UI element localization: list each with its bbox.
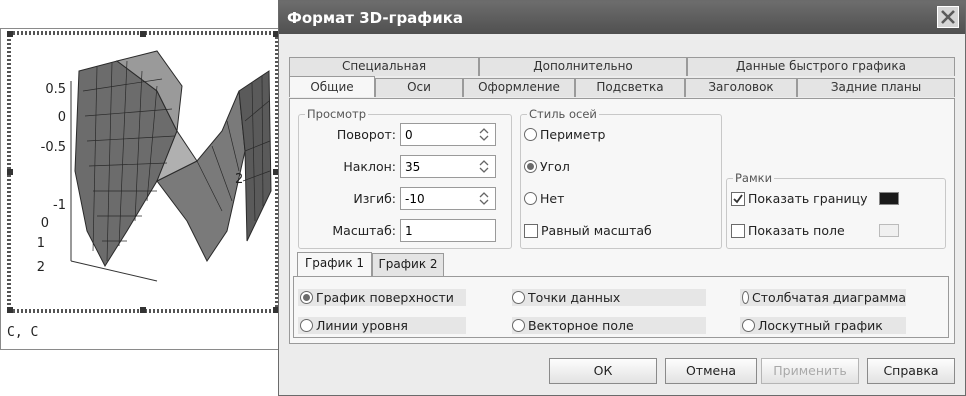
- frames-legend: Рамки: [735, 171, 773, 185]
- axes-none-label: Нет: [540, 191, 565, 206]
- contour-option[interactable]: Линии уровня: [300, 318, 408, 333]
- show-field-label: Показать поле: [748, 223, 845, 238]
- plot-subtabs: График 1 График 2: [297, 252, 444, 276]
- scale-input[interactable]: [401, 220, 497, 241]
- z-tick-label: -1: [53, 198, 66, 213]
- radio-button[interactable]: [524, 192, 537, 205]
- radio-button-selected[interactable]: [524, 160, 537, 173]
- show-field-option[interactable]: Показать поле: [731, 223, 845, 238]
- format-3d-dialog: Формат 3D-графика Специальная Дополнител…: [278, 0, 966, 396]
- equal-scale-checkbox[interactable]: [524, 223, 538, 238]
- surface-plot[interactable]: 0.5 0 -0.5 -1 0 1 2 2: [7, 31, 279, 313]
- tab-plot-1[interactable]: График 1: [297, 252, 372, 276]
- spinner-arrows-icon[interactable]: [475, 126, 493, 143]
- rotation-input[interactable]: [401, 124, 469, 145]
- data-points-option[interactable]: Точки данных: [512, 290, 620, 305]
- tab-appearance[interactable]: Оформление: [463, 78, 575, 97]
- tab-row-bottom: Общие Оси Оформление Подсветка Заголовок…: [289, 76, 955, 97]
- surface-plot-label: График поверхности: [316, 290, 454, 305]
- surface-plot-graphic: 0.5 0 -0.5 -1 0 1 2 2: [7, 31, 279, 313]
- show-field-checkbox[interactable]: [731, 223, 745, 238]
- surface-plot-option[interactable]: График поверхности: [300, 290, 454, 305]
- tilt-label: Наклон:: [343, 159, 396, 174]
- patch-plot-option[interactable]: Лоскутный график: [742, 318, 883, 333]
- cancel-button[interactable]: Отмена: [665, 358, 757, 384]
- tab-row-top: Специальная Дополнительно Данные быстрог…: [289, 57, 955, 76]
- axes-corner-option[interactable]: Угол: [524, 159, 570, 174]
- tab-title[interactable]: Заголовок: [685, 78, 797, 97]
- radio-button[interactable]: [524, 128, 537, 141]
- tab-general[interactable]: Общие: [289, 76, 375, 97]
- tilt-spinner[interactable]: [400, 155, 496, 178]
- twist-label: Изгиб:: [353, 191, 396, 206]
- radio-button[interactable]: [742, 319, 755, 332]
- help-button[interactable]: Справка: [867, 358, 955, 384]
- data-points-label: Точки данных: [528, 290, 621, 305]
- bar-chart-option[interactable]: Столбчатая диаграмма: [742, 290, 906, 305]
- y-tick-label: 1: [37, 236, 45, 251]
- scale-label: Масштаб:: [332, 223, 396, 238]
- axes-style-legend: Стиль осей: [529, 107, 597, 121]
- dialog-title: Формат 3D-графика: [287, 9, 464, 27]
- z-tick-label: 0.5: [45, 82, 66, 97]
- y-tick-label: 0: [41, 216, 49, 231]
- tilt-input[interactable]: [401, 156, 469, 177]
- show-border-checkbox[interactable]: [731, 191, 745, 206]
- twist-input[interactable]: [401, 188, 469, 209]
- dialog-titlebar[interactable]: Формат 3D-графика: [279, 1, 965, 34]
- rotation-spinner[interactable]: [400, 123, 496, 146]
- radio-button[interactable]: [742, 291, 750, 304]
- radio-button[interactable]: [300, 319, 313, 332]
- y-tick-label: 2: [37, 260, 45, 275]
- close-icon: [941, 10, 955, 24]
- plot-type-panel: График поверхности Точки данных Столбчат…: [293, 276, 949, 338]
- apply-button[interactable]: Применить: [761, 358, 859, 384]
- scale-field[interactable]: [400, 219, 497, 242]
- close-button[interactable]: [937, 6, 959, 28]
- plot-region[interactable]: 0.5 0 -0.5 -1 0 1 2 2 C, C: [0, 28, 281, 350]
- patch-plot-label: Лоскутный график: [758, 318, 883, 333]
- axes-none-option[interactable]: Нет: [524, 191, 564, 206]
- tab-backplanes[interactable]: Задние планы: [797, 78, 955, 97]
- radio-button[interactable]: [512, 291, 525, 304]
- checkmark-icon: [733, 193, 743, 203]
- z-tick-label: 0: [58, 110, 66, 125]
- tab-advanced[interactable]: Дополнительно: [479, 57, 687, 76]
- tab-special[interactable]: Специальная: [289, 57, 479, 76]
- radio-button-selected[interactable]: [300, 291, 313, 304]
- equal-scale-option[interactable]: Равный масштаб: [524, 223, 652, 238]
- bar-chart-label: Столбчатая диаграмма: [752, 290, 906, 305]
- show-border-option[interactable]: Показать границу: [731, 191, 868, 206]
- plot-caption[interactable]: C, C: [7, 325, 38, 340]
- ok-button[interactable]: ОК: [549, 358, 657, 384]
- axes-perimeter-label: Периметр: [540, 127, 606, 142]
- tab-quickplot-data[interactable]: Данные быстрого графика: [687, 57, 955, 76]
- axes-perimeter-option[interactable]: Периметр: [524, 127, 606, 142]
- axes-corner-label: Угол: [540, 159, 570, 174]
- view-group-legend: Просмотр: [307, 107, 367, 121]
- vector-field-option[interactable]: Векторное поле: [512, 318, 634, 333]
- tab-plot-2[interactable]: График 2: [372, 253, 444, 276]
- tab-lighting[interactable]: Подсветка: [575, 78, 685, 97]
- rotation-label: Поворот:: [336, 127, 396, 142]
- z-tick-label: -0.5: [41, 140, 66, 155]
- twist-spinner[interactable]: [400, 187, 496, 210]
- show-border-label: Показать границу: [748, 191, 868, 206]
- spinner-arrows-icon[interactable]: [475, 158, 493, 175]
- border-color-swatch[interactable]: [879, 192, 899, 205]
- radio-button[interactable]: [512, 319, 525, 332]
- tab-axes[interactable]: Оси: [375, 78, 463, 97]
- equal-scale-label: Равный масштаб: [541, 223, 652, 238]
- contour-label: Линии уровня: [316, 318, 408, 333]
- vector-field-label: Векторное поле: [528, 318, 634, 333]
- spinner-arrows-icon[interactable]: [475, 190, 493, 207]
- x-tick-label: 2: [235, 172, 243, 187]
- field-color-swatch[interactable]: [879, 224, 899, 237]
